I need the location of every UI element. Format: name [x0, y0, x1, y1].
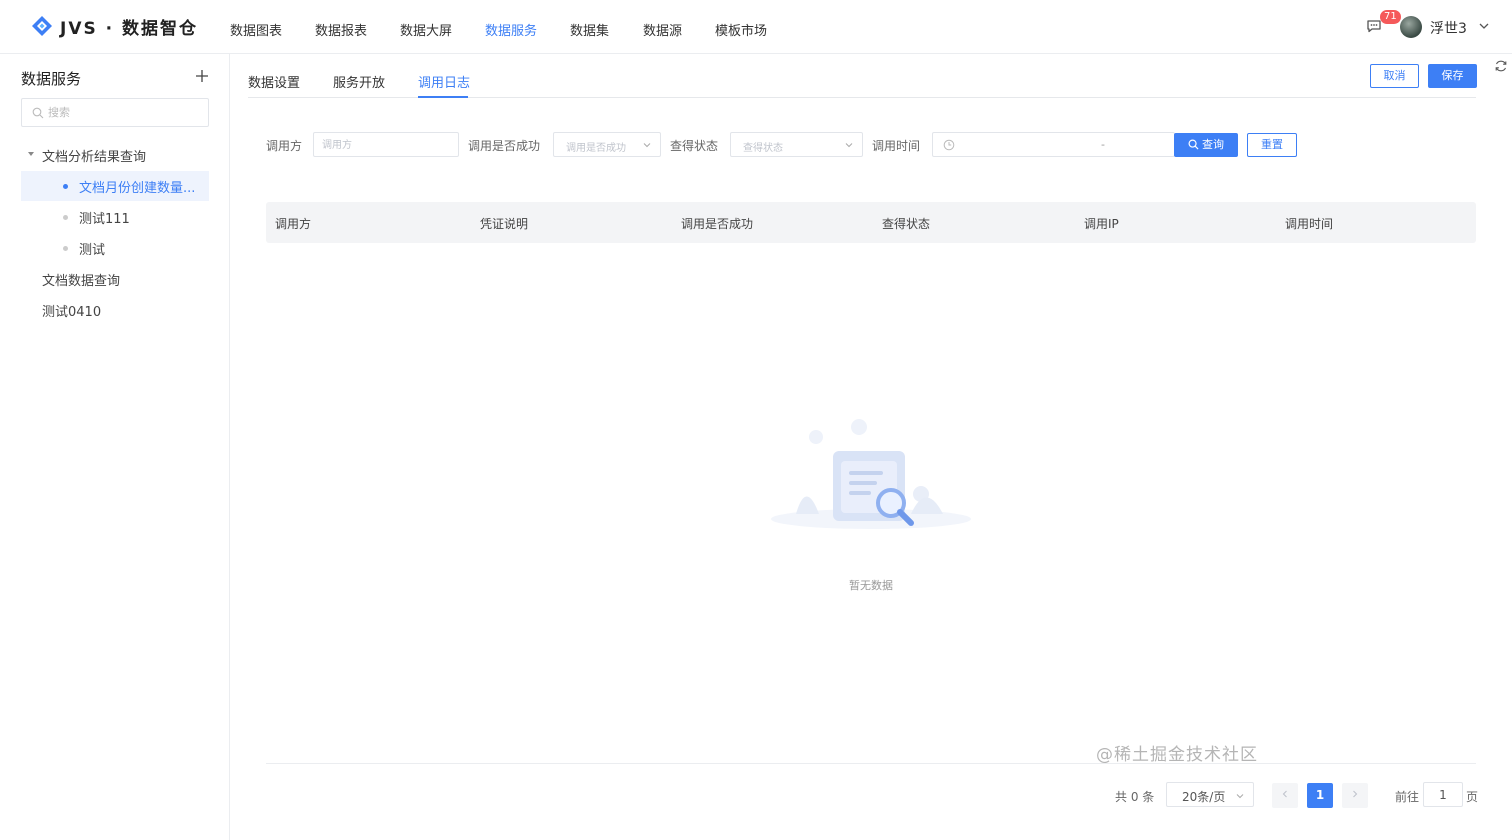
- tree-label: 文档分析结果查询: [42, 149, 147, 165]
- message-count-badge: 71: [1380, 10, 1401, 24]
- sidebar: 数据服务 文档分析结果查询 文档月份创建数量... 测试111 测试 文档数据查…: [0, 54, 230, 840]
- bullet-icon: [63, 184, 68, 189]
- chevron-right-icon: [1353, 790, 1358, 798]
- page-number-current[interactable]: 1: [1307, 783, 1333, 808]
- column-header: 调用方: [275, 217, 312, 231]
- chevron-down-icon[interactable]: [1478, 20, 1490, 32]
- caller-field: [313, 132, 459, 157]
- logo-icon: [30, 14, 54, 38]
- username[interactable]: 浮世3: [1430, 18, 1467, 38]
- range-separator: -: [1101, 138, 1105, 151]
- refresh-icon[interactable]: [1494, 59, 1508, 73]
- nav-item-datasets[interactable]: 数据集: [570, 20, 609, 39]
- tab-service-open[interactable]: 服务开放: [333, 72, 385, 91]
- column-header: 凭证说明: [480, 217, 529, 231]
- reset-button[interactable]: 重置: [1247, 133, 1297, 157]
- bullet-icon: [63, 246, 68, 251]
- chevron-down-icon: [845, 143, 853, 148]
- caret-down-icon[interactable]: [28, 152, 34, 156]
- divider: [266, 763, 1476, 764]
- query-button[interactable]: 查询: [1174, 133, 1238, 157]
- brand-logo[interactable]: JVS · 数据智仓: [30, 12, 198, 40]
- add-icon[interactable]: [194, 68, 210, 84]
- tree-label: 文档月份创建数量...: [79, 180, 196, 196]
- prev-page-button[interactable]: [1272, 783, 1298, 808]
- tree-item-test[interactable]: 测试: [21, 233, 209, 263]
- success-select-placeholder: 调用是否成功: [566, 143, 626, 154]
- caller-input[interactable]: [322, 137, 438, 153]
- tree-item-test111[interactable]: 测试111: [21, 202, 209, 232]
- goto-label: 前往: [1395, 790, 1420, 804]
- avatar[interactable]: [1400, 16, 1422, 38]
- caller-label: 调用方: [266, 139, 303, 153]
- tab-data-settings[interactable]: 数据设置: [248, 72, 300, 91]
- brand-name: JVS · 数据智仓: [60, 18, 199, 39]
- save-button[interactable]: 保存: [1428, 64, 1477, 88]
- tree-label: 文档数据查询: [42, 273, 121, 289]
- tree-item-doc-data-query[interactable]: 文档数据查询: [21, 264, 209, 294]
- watermark: @稀土掘金技术社区: [1096, 745, 1258, 765]
- active-tab-indicator: [418, 96, 468, 98]
- nav-item-big-screen[interactable]: 数据大屏: [400, 20, 452, 39]
- nav-item-reports[interactable]: 数据报表: [315, 20, 367, 39]
- tree-item-doc-monthly-count[interactable]: 文档月份创建数量...: [21, 171, 209, 201]
- column-header: 调用时间: [1285, 217, 1334, 231]
- time-range-picker[interactable]: -: [932, 132, 1175, 157]
- column-header: 调用是否成功: [681, 217, 754, 231]
- status-select[interactable]: 查得状态: [730, 132, 863, 157]
- success-label: 调用是否成功: [468, 139, 541, 153]
- tree-label: 测试: [79, 242, 106, 258]
- cancel-button[interactable]: 取消: [1370, 64, 1419, 88]
- main-content: 数据设置 服务开放 调用日志 取消 保存 调用方 调用是否成功 调用是否成功 查…: [231, 54, 1512, 840]
- empty-state-text: 暂无数据: [849, 579, 893, 592]
- search-icon: [32, 107, 44, 119]
- tree-label: 测试0410: [42, 304, 102, 320]
- goto-page-input[interactable]: [1424, 783, 1462, 806]
- time-label: 调用时间: [872, 139, 921, 153]
- nav-item-data-service[interactable]: 数据服务: [485, 20, 537, 39]
- sidebar-search-input[interactable]: [48, 103, 198, 122]
- success-select[interactable]: 调用是否成功: [553, 132, 661, 157]
- empty-state-illustration: [771, 419, 971, 529]
- chevron-down-icon: [1236, 794, 1244, 799]
- tree-label: 测试111: [79, 211, 130, 227]
- message-icon[interactable]: [1366, 18, 1382, 34]
- page-size-value: 20条/页: [1182, 790, 1226, 804]
- chevron-left-icon: [1282, 790, 1287, 798]
- top-navbar: JVS · 数据智仓 数据图表 数据报表 数据大屏 数据服务 数据集 数据源 模…: [0, 0, 1512, 54]
- user-area: 71 浮世3: [1366, 10, 1494, 42]
- page-size-select[interactable]: 20条/页: [1166, 782, 1254, 807]
- pagination-total: 共 0 条: [1115, 790, 1155, 804]
- sidebar-title: 数据服务: [21, 70, 82, 88]
- nav-item-template-market[interactable]: 模板市场: [715, 20, 767, 39]
- table-header: 调用方 凭证说明 调用是否成功 查得状态 调用IP 调用时间: [266, 202, 1476, 243]
- clock-icon: [943, 139, 955, 151]
- sidebar-search: [21, 98, 209, 127]
- tree-group-doc-analysis[interactable]: 文档分析结果查询: [21, 140, 209, 170]
- chevron-down-icon: [643, 143, 651, 148]
- tab-bar: 数据设置 服务开放 调用日志: [248, 54, 1476, 98]
- status-label: 查得状态: [670, 139, 719, 153]
- tree-item-test0410[interactable]: 测试0410: [21, 295, 209, 325]
- query-button-label: 查询: [1202, 138, 1224, 151]
- search-icon: [1188, 139, 1199, 150]
- goto-unit: 页: [1466, 790, 1479, 804]
- tab-call-log[interactable]: 调用日志: [418, 72, 470, 91]
- nav-item-datasources[interactable]: 数据源: [643, 20, 682, 39]
- status-select-placeholder: 查得状态: [743, 143, 783, 154]
- bullet-icon: [63, 215, 68, 220]
- nav-item-charts[interactable]: 数据图表: [230, 20, 282, 39]
- next-page-button[interactable]: [1342, 783, 1368, 808]
- column-header: 调用IP: [1084, 217, 1119, 231]
- column-header: 查得状态: [882, 217, 931, 231]
- goto-page-field: [1423, 782, 1463, 807]
